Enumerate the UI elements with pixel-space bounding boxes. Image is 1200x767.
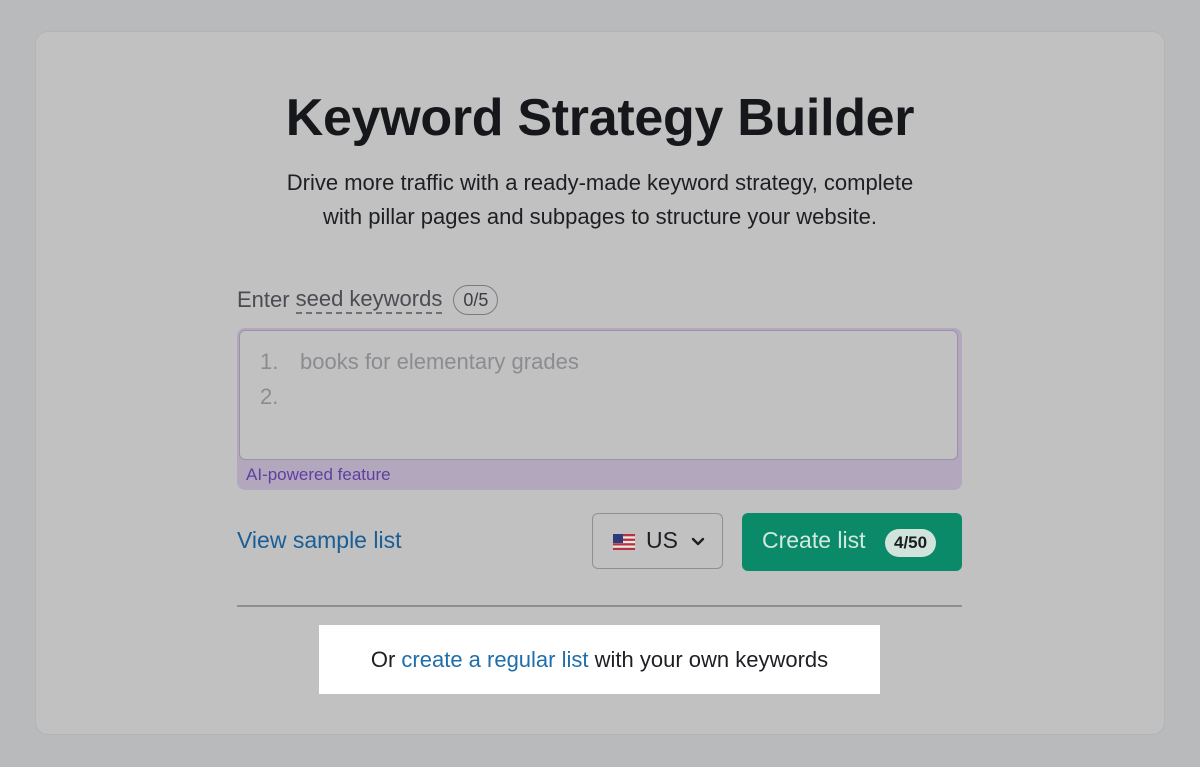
page-title: Keyword Strategy Builder bbox=[285, 89, 915, 147]
subtitle-line-1: Drive more traffic with a ready-made key… bbox=[286, 170, 914, 195]
keyword-line-number: 2. bbox=[260, 384, 279, 409]
us-flag-icon bbox=[613, 534, 635, 550]
create-regular-list-link[interactable]: create a regular list bbox=[401, 647, 588, 672]
keyword-placeholder: books for elementary grades bbox=[300, 349, 579, 374]
subtitle-line-2: with pillar pages and subpages to struct… bbox=[323, 204, 877, 229]
keyword-line-number: 1. bbox=[260, 349, 279, 374]
divider bbox=[237, 605, 962, 607]
seed-keywords-label-row: Enter seed keywords 0/5 bbox=[237, 283, 499, 317]
view-sample-list-link[interactable]: View sample list bbox=[237, 527, 401, 554]
ai-powered-label: AI-powered feature bbox=[246, 465, 391, 484]
seed-keywords-tooltip-link[interactable]: seed keywords bbox=[295, 286, 443, 314]
keyword-line-1: 1. books for elementary grades bbox=[260, 349, 579, 375]
country-code: US bbox=[646, 527, 678, 553]
keyword-line-2: 2. bbox=[260, 384, 300, 410]
regular-list-callout: Or create a regular list with your own k… bbox=[319, 625, 880, 694]
regular-list-suffix: with your own keywords bbox=[588, 647, 829, 672]
seed-prefix-text: Enter bbox=[237, 287, 290, 312]
country-select[interactable]: US bbox=[592, 513, 723, 569]
seed-keywords-textarea[interactable]: 1. books for elementary grades 2. bbox=[239, 330, 958, 460]
chevron-down-icon bbox=[691, 537, 705, 546]
regular-list-text: Or create a regular list with your own k… bbox=[319, 647, 880, 673]
keyword-count-badge: 0/5 bbox=[453, 285, 499, 315]
regular-list-prefix: Or bbox=[370, 647, 402, 672]
list-limit-badge: 4/50 bbox=[885, 529, 937, 557]
create-list-label: Create list bbox=[762, 527, 866, 553]
create-list-button[interactable]: Create list 4/50 bbox=[742, 513, 962, 571]
page-subtitle: Drive more traffic with a ready-made key… bbox=[0, 166, 1200, 234]
ai-feature-container: 1. books for elementary grades 2. AI-powe… bbox=[237, 328, 962, 490]
